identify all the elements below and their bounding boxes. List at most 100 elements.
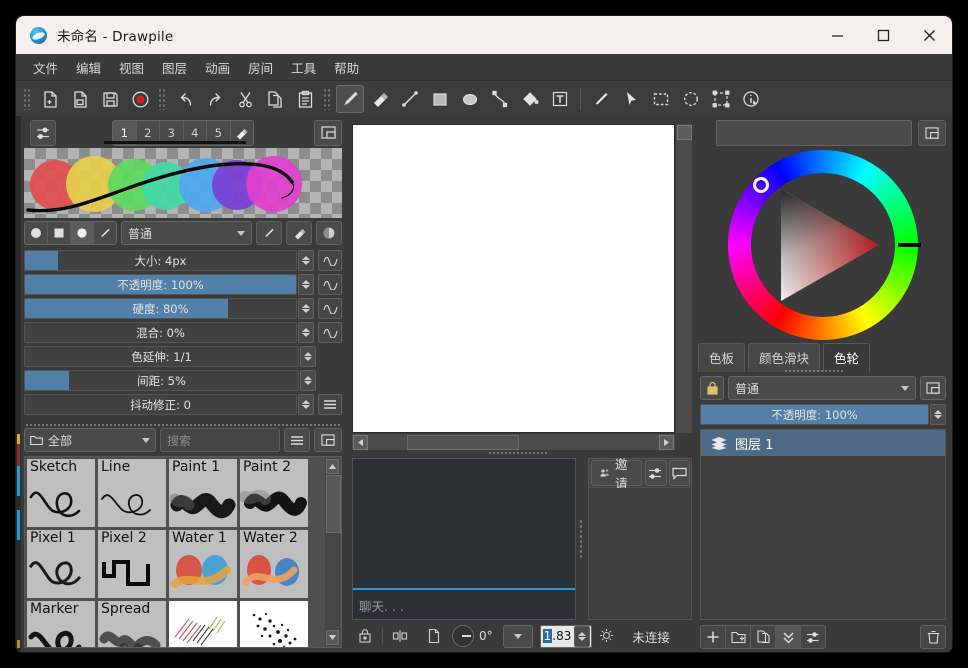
hscroll-thumb[interactable] xyxy=(407,435,519,450)
record-icon[interactable] xyxy=(126,85,154,113)
library-menu-icon[interactable] xyxy=(284,428,310,452)
invite-button[interactable]: 邀请 xyxy=(591,460,642,486)
scrollbar-thumb[interactable] xyxy=(326,475,341,533)
shape-hard-round-icon[interactable] xyxy=(71,222,94,244)
brush-stabilizer-slider[interactable]: 抖动修正: 0 xyxy=(24,394,342,415)
shape-square-icon[interactable] xyxy=(48,222,71,244)
brush-spread[interactable]: Spread xyxy=(98,601,166,648)
inspector-tool[interactable] xyxy=(737,85,765,113)
scroll-up-button[interactable] xyxy=(326,459,339,474)
brush-charcoal[interactable]: charcoal xyxy=(240,601,308,648)
hardness-spinner[interactable] xyxy=(298,298,314,319)
toolbar-drag-handle-3[interactable] xyxy=(323,88,332,110)
brush-blend-slider[interactable]: 混合: 0% xyxy=(24,322,342,343)
duplicate-layer-button[interactable] xyxy=(751,626,776,648)
brush-line[interactable]: Line xyxy=(98,459,166,527)
canvas-brightness-icon[interactable] xyxy=(594,625,620,647)
size-spinner[interactable] xyxy=(298,250,314,271)
user-list[interactable] xyxy=(589,488,691,619)
brush-spacing-slider[interactable]: 间距: 5% xyxy=(24,370,342,391)
open-file-icon[interactable] xyxy=(66,85,94,113)
eraser-mode-icon[interactable] xyxy=(286,221,312,245)
session-settings-icon[interactable] xyxy=(645,460,667,486)
brush-opacity-slider[interactable]: 不透明度: 100% xyxy=(24,274,342,295)
color-picker-tool[interactable] xyxy=(587,85,615,113)
brush-sketch[interactable]: Sketch xyxy=(27,459,95,527)
menu-animation[interactable]: 动画 xyxy=(196,55,239,80)
scroll-left-button[interactable] xyxy=(353,435,368,450)
rectangle-select-tool[interactable] xyxy=(647,85,675,113)
layer-opacity-slider[interactable]: 不透明度: 100% xyxy=(700,404,946,425)
chat-input[interactable]: 聊天. . . xyxy=(353,591,575,619)
rotation-dial-icon[interactable] xyxy=(452,625,474,647)
opacity-pressure-curve-icon[interactable] xyxy=(318,274,342,295)
menu-edit[interactable]: 编辑 xyxy=(67,55,110,80)
toolbar-drag-handle-2[interactable] xyxy=(158,88,167,110)
brush-water-2[interactable]: Water 2 xyxy=(240,530,308,598)
current-color-field[interactable] xyxy=(716,120,912,146)
menu-tools[interactable]: 工具 xyxy=(282,55,325,80)
brush-library-grid[interactable]: Sketch Line Paint 1 Paint 2 Pixel 1 Pixe… xyxy=(24,456,342,648)
size-pressure-curve-icon[interactable] xyxy=(318,250,342,271)
smudge-spinner[interactable] xyxy=(300,346,316,367)
brush-search-input[interactable]: 搜索 xyxy=(160,428,280,452)
line-tool[interactable] xyxy=(396,85,424,113)
close-button[interactable] xyxy=(906,16,952,54)
menu-help[interactable]: 帮助 xyxy=(325,55,368,80)
canvas-vscrollbar[interactable] xyxy=(676,124,692,433)
stabilizer-spinner[interactable] xyxy=(298,394,314,415)
redo-icon[interactable] xyxy=(201,85,229,113)
brush-pencil[interactable]: pencil xyxy=(169,601,237,648)
brush-marker[interactable]: Marker xyxy=(27,601,95,648)
add-group-button[interactable] xyxy=(726,626,751,648)
undo-icon[interactable] xyxy=(171,85,199,113)
new-file-icon[interactable] xyxy=(36,85,64,113)
menu-view[interactable]: 视图 xyxy=(110,55,153,80)
zoom-spinbox[interactable]: 1.83 xyxy=(540,625,593,648)
delete-layer-button[interactable] xyxy=(920,625,946,649)
pan-select-tool[interactable] xyxy=(617,85,645,113)
undock-icon[interactable] xyxy=(314,120,342,146)
scroll-right-button[interactable] xyxy=(659,435,674,450)
canvas-hscrollbar[interactable] xyxy=(352,434,675,450)
brush-smudge-slider[interactable]: 色延伸: 1/1 xyxy=(24,346,342,367)
menu-file[interactable]: 文件 xyxy=(24,55,67,80)
transform-tool[interactable] xyxy=(707,85,735,113)
saturation-value-triangle[interactable] xyxy=(761,183,885,307)
lasso-select-tool[interactable] xyxy=(677,85,705,113)
layer-properties-button[interactable] xyxy=(801,626,825,648)
blend-spinner[interactable] xyxy=(298,322,314,343)
zoom-dropdown-icon[interactable] xyxy=(503,625,533,648)
brush-settings-icon[interactable] xyxy=(30,120,56,146)
canvas-mirror-icon[interactable] xyxy=(387,625,413,647)
chat-splitter[interactable] xyxy=(576,458,586,620)
undock-icon[interactable] xyxy=(314,428,342,452)
color-wheel-widget[interactable] xyxy=(700,150,946,346)
rectangle-tool[interactable] xyxy=(426,85,454,113)
chat-panel-icon[interactable] xyxy=(669,460,691,486)
ellipse-tool[interactable] xyxy=(456,85,484,113)
merge-layer-button[interactable] xyxy=(776,626,801,648)
brush-pixel-1[interactable]: Pixel 1 xyxy=(27,530,95,598)
eraser-tool[interactable] xyxy=(366,85,394,113)
eyedropper-icon[interactable] xyxy=(256,221,282,245)
blend-pressure-curve-icon[interactable] xyxy=(318,322,342,343)
layer-dock-splitter[interactable] xyxy=(784,368,844,374)
menu-session[interactable]: 房间 xyxy=(239,55,282,80)
brush-hardness-slider[interactable]: 硬度: 80% xyxy=(24,298,342,319)
brush-library-scrollbar[interactable] xyxy=(325,458,340,646)
maximize-button[interactable] xyxy=(860,16,906,54)
shape-pixel-brush-icon[interactable] xyxy=(94,222,116,244)
minimize-button[interactable] xyxy=(814,16,860,54)
color-wheel[interactable] xyxy=(728,150,918,340)
flood-fill-tool[interactable] xyxy=(516,85,544,113)
menu-layer[interactable]: 图层 xyxy=(153,55,196,80)
paste-icon[interactable] xyxy=(291,85,319,113)
brush-blend-mode-select[interactable]: 普通 xyxy=(121,221,252,245)
save-icon[interactable] xyxy=(96,85,124,113)
opacity-spinner[interactable] xyxy=(298,274,314,295)
cut-icon[interactable] xyxy=(231,85,259,113)
tab-palette[interactable]: 色板 xyxy=(698,343,745,372)
copy-icon[interactable] xyxy=(261,85,289,113)
brush-library-filter[interactable]: 全部 xyxy=(24,428,156,452)
